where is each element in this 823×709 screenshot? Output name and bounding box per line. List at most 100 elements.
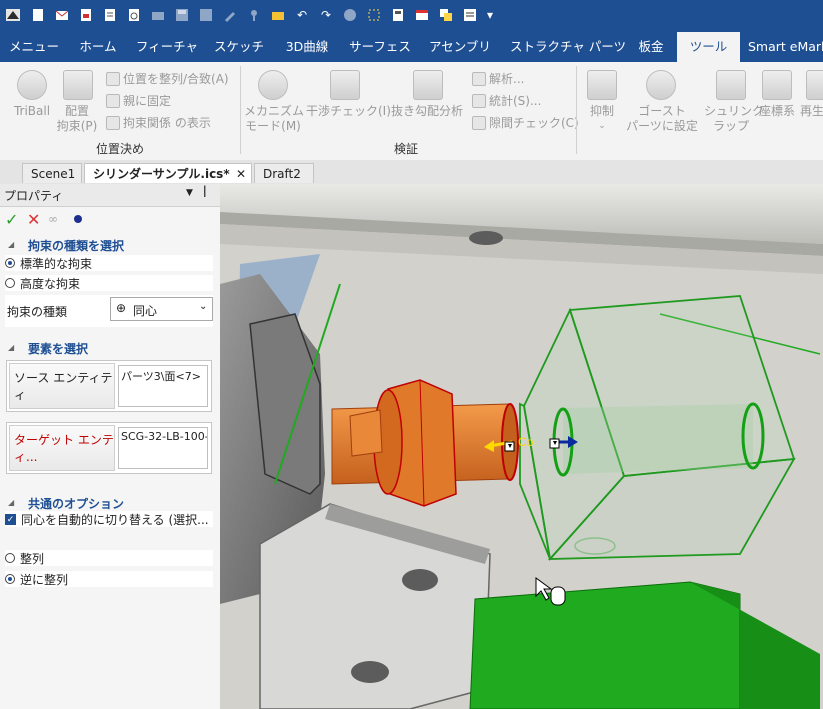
customize-dropdown-icon[interactable]: ▾ — [482, 7, 498, 23]
layout-icon[interactable] — [390, 7, 406, 23]
reverse-align-label: 逆に整列 — [20, 572, 69, 587]
ghost-parts-icon — [646, 70, 676, 100]
regen-button[interactable]: 再生 — [800, 104, 823, 119]
doc-tab-cylinder-sample[interactable]: シリンダーサンプル.ics* ✕ — [84, 163, 252, 183]
concentric-icon: ⊕ — [116, 301, 127, 315]
rail-hole — [469, 231, 503, 245]
statistics-label: 統計(S)... — [489, 94, 542, 108]
source-entity-value[interactable]: パーツ3\面<7> — [118, 365, 208, 407]
shrinkwrap-label-1: シュリンク — [704, 104, 765, 118]
mechanism-mode-button[interactable]: メカニズム モード(M) — [244, 104, 304, 134]
collapse-triangle-icon[interactable]: ◢ — [8, 343, 14, 352]
analysis-label: 解析... — [489, 72, 525, 86]
new-file-icon[interactable] — [30, 7, 46, 23]
ghost-parts-button[interactable]: ゴースト パーツに設定 — [622, 104, 702, 134]
target-entity-value[interactable]: SCG-32-LB-100-E — [118, 427, 208, 469]
triball-icon — [17, 70, 47, 100]
auto-switch-checkbox[interactable]: ✓ 同心を自動的に切り替える (選択... — [5, 511, 213, 527]
document-icon[interactable] — [102, 7, 118, 23]
suppress-button[interactable]: 抑制 ⌄ — [580, 104, 624, 134]
interference-check-button[interactable]: 干渉チェック(I) — [306, 104, 391, 119]
save-as-icon[interactable] — [198, 7, 214, 23]
tab-feature[interactable]: フィーチャ — [134, 32, 200, 62]
align-merge-button[interactable]: 位置を整列/合致(A) — [106, 70, 229, 87]
group-label-position: 位置決め — [96, 142, 145, 156]
fix-to-parent-button[interactable]: 親に固定 — [106, 92, 171, 109]
doc-tab-label: シリンダーサンプル.ics* — [93, 167, 230, 181]
folder-icon[interactable] — [150, 7, 166, 23]
chevron-down-icon: ⌄ — [199, 301, 208, 312]
tab-home[interactable]: ホーム — [70, 32, 126, 62]
image-file-icon[interactable] — [126, 7, 142, 23]
tab-tools[interactable]: ツール — [677, 32, 740, 62]
doc-tab-scene1[interactable]: Scene1 — [22, 163, 82, 183]
tab-surface[interactable]: サーフェス — [346, 32, 414, 62]
3d-scene: Co — [220, 184, 823, 709]
ribbon-tab-bar: メニュー ホーム フィーチャ スケッチ 3D曲線 サーフェス アセンブリ ストラ… — [0, 32, 823, 62]
sparkle-icon[interactable] — [366, 7, 382, 23]
apply-dot-icon[interactable] — [74, 215, 82, 223]
app-logo-icon[interactable] — [5, 7, 21, 23]
standard-constraint-radio[interactable]: 標準的な拘束 — [5, 255, 213, 271]
tab-sketch[interactable]: スケッチ — [208, 32, 270, 62]
folder-open-icon[interactable] — [270, 7, 286, 23]
preview-glasses-icon[interactable]: ∞ — [48, 212, 58, 226]
ghost-parts-label-2: パーツに設定 — [626, 119, 698, 133]
close-icon[interactable]: ✕ — [236, 164, 246, 184]
radio-unselected — [5, 553, 15, 563]
panel-icon[interactable] — [462, 7, 478, 23]
interference-icon — [330, 70, 360, 100]
tab-menu[interactable]: メニュー — [4, 32, 64, 62]
fix-to-parent-label: 親に固定 — [123, 94, 172, 108]
constraint-kind-select[interactable]: ⊕ 同心 ⌄ — [110, 297, 213, 321]
ghost-cylinder — [563, 404, 753, 474]
statistics-button[interactable]: 統計(S)... — [472, 92, 541, 109]
globe-icon[interactable] — [342, 7, 358, 23]
gap-check-icon — [472, 115, 486, 130]
tile-windows-icon[interactable] — [438, 7, 454, 23]
window-icon[interactable] — [414, 7, 430, 23]
save-icon[interactable] — [174, 7, 190, 23]
triball-button[interactable]: TriBall — [10, 104, 54, 119]
open-mail-icon[interactable] — [54, 7, 70, 23]
align-radio[interactable]: 整列 — [5, 550, 213, 566]
place-constraint-label-1: 配置 — [64, 104, 89, 118]
ribbon-toolbar: TriBall 配置 拘束(P) 位置を整列/合致(A) 親に固定 拘束関係 の… — [0, 62, 823, 161]
advanced-constraint-radio[interactable]: 高度な拘束 — [5, 275, 213, 291]
doc-tab-draft2[interactable]: Draft2 — [254, 163, 314, 183]
regen-icon — [806, 70, 823, 100]
tab-sheet-metal[interactable]: 板金 — [634, 32, 668, 62]
pin-icon[interactable]: ꟾ — [203, 186, 207, 200]
shrinkwrap-button[interactable]: シュリンク ラップ — [704, 104, 765, 134]
coordinate-system-icon — [762, 70, 792, 100]
document-tab-bar: Scene1 シリンダーサンプル.ics* ✕ Draft2 — [0, 160, 823, 185]
tools-icon[interactable] — [222, 7, 238, 23]
analysis-button[interactable]: 解析... — [472, 70, 524, 87]
cancel-x-icon[interactable]: ✕ — [27, 210, 40, 229]
chevron-down-icon[interactable]: ▼ — [186, 188, 193, 198]
show-constraints-button[interactable]: 拘束関係 の表示 — [106, 114, 211, 131]
constraint-kind-row: 拘束の種類 ⊕ 同心 ⌄ — [5, 295, 213, 327]
pin-tool-icon[interactable] — [246, 7, 262, 23]
gap-check-button[interactable]: 隙間チェック(C) — [472, 114, 579, 131]
place-constraint-button[interactable]: 配置 拘束(P) — [52, 104, 102, 134]
constraint-kind-value: 同心 — [133, 304, 158, 318]
tab-smart-emarkup[interactable]: Smart eMarku — [748, 32, 823, 62]
coordinate-system-button[interactable]: 座標系 — [756, 104, 798, 119]
tab-structure-parts[interactable]: ストラクチャ パーツ — [504, 32, 632, 62]
target-entity-button[interactable]: ターゲット エンティ... — [9, 425, 115, 471]
ok-check-icon[interactable]: ✓ — [5, 210, 18, 229]
undo-icon[interactable]: ↶ — [294, 7, 310, 23]
export-icon[interactable] — [78, 7, 94, 23]
3d-viewport[interactable]: Co — [220, 184, 823, 709]
source-entity-button[interactable]: ソース エンティティ — [9, 363, 115, 409]
tab-assembly[interactable]: アセンブリ — [424, 32, 496, 62]
collapse-triangle-icon[interactable]: ◢ — [8, 498, 14, 507]
redo-icon[interactable]: ↷ — [318, 7, 334, 23]
collapse-triangle-icon[interactable]: ◢ — [8, 240, 14, 249]
draft-analysis-button[interactable]: 抜き勾配分析 — [388, 104, 466, 119]
suppress-label: 抑制 — [589, 104, 614, 118]
gear-icon — [258, 70, 288, 100]
tab-3d-curve[interactable]: 3D曲線 — [278, 32, 336, 62]
reverse-align-radio[interactable]: 逆に整列 — [5, 571, 213, 587]
